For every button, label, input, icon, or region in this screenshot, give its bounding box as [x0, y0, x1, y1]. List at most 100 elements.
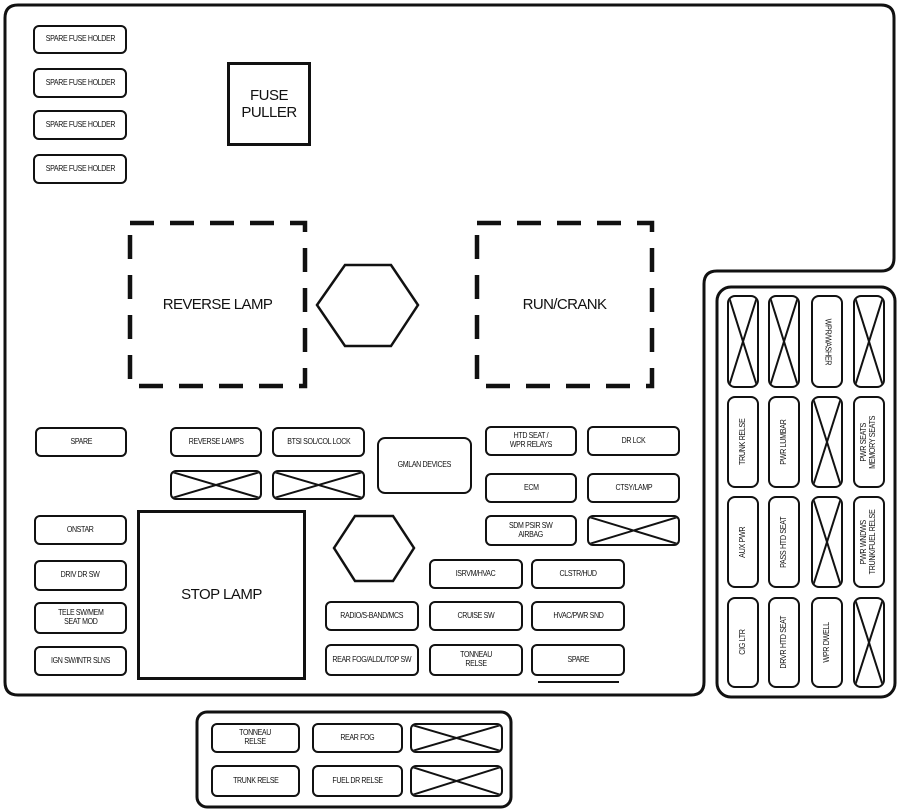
spare-fuse-holder: SPARE FUSE HOLDER	[33, 25, 127, 54]
fuse-htd-seat-wpr-relays: HTD SEAT / WPR RELAYS	[485, 426, 577, 456]
empty-fuse-slot	[272, 470, 365, 500]
crossed-box-icon	[172, 472, 260, 498]
fuse-isrvm-hvac: ISRVM/HVAC	[429, 559, 523, 589]
fuse-label: TRUNK RELSE	[232, 775, 279, 785]
fuse-ign-sw: IGN SW/INTR SLNS	[34, 646, 127, 676]
reverse-lamp-relay-label: REVERSE LAMP	[162, 296, 273, 313]
fuse-label: WPR DWELL	[821, 622, 831, 663]
fuse-label: DRIV DR SW	[61, 570, 100, 580]
crossed-box-icon	[770, 297, 798, 386]
empty-fuse-slot	[811, 496, 843, 588]
crossed-box-icon	[855, 297, 883, 386]
fuse-label: PWR LUMBAR	[778, 419, 788, 465]
fuse-label: SPARE	[70, 436, 92, 446]
crossed-box-icon	[412, 725, 501, 751]
bottom-fuse: FUEL DR RELSE	[312, 765, 403, 797]
fuse-label: ONSTAR	[67, 524, 94, 534]
empty-fuse-slot	[587, 515, 680, 546]
vertical-fuse: AUX PWR	[727, 496, 759, 588]
empty-fuse-slot	[410, 765, 503, 797]
fuse-label: GMLAN DEVICES	[397, 460, 452, 470]
empty-fuse-slot	[170, 470, 262, 500]
hexagon-mount-icon	[315, 263, 420, 348]
vertical-fuse: PWR LUMBAR	[768, 396, 800, 488]
vertical-fuse: CIG LTR	[727, 597, 759, 688]
spare-fuse-holder: SPARE FUSE HOLDER	[33, 154, 127, 184]
fuse-puller: FUSE PULLER	[227, 62, 311, 146]
run-crank-relay-label: RUN/CRANK	[522, 296, 607, 313]
fuse-label: PASS HTD SEAT	[778, 516, 788, 568]
fuse-tele-sw-mem: TELE SW/MEM SEAT MOD	[34, 602, 127, 634]
fuse-ecm: ECM	[485, 473, 577, 503]
empty-fuse-slot	[410, 723, 503, 753]
fuse-label: IGN SW/INTR SLNS	[51, 655, 110, 665]
hexagon-mount-icon	[332, 514, 416, 583]
fuse-tonneau-relse: TONNEAU RELSE	[429, 644, 523, 676]
fuse-label: PWR WNDWS TRUNK/FUEL RELSE	[859, 509, 877, 575]
fuse-label: PWR SEATS MEMORY SEATS	[859, 415, 877, 469]
bottom-fuse: TRUNK RELSE	[211, 765, 300, 797]
fuse-label: BTSI SOL/COL LOCK	[286, 436, 351, 446]
gmlan-devices-fuse: GMLAN DEVICES	[377, 437, 472, 494]
spare-underline	[538, 681, 619, 683]
fuse-dr-lck: DR LCK	[587, 426, 680, 456]
crossed-box-icon	[274, 472, 363, 498]
fuse-label: CLSTR/HUD	[559, 568, 597, 578]
crossed-box-icon	[729, 297, 757, 386]
stop-lamp-relay: STOP LAMP	[137, 510, 306, 680]
vertical-fuse: PASS HTD SEAT	[768, 496, 800, 588]
fuse-label: CRUISE SW	[457, 610, 495, 620]
fuse-label: DR LCK	[621, 435, 646, 445]
fuse-radio: RADIO/S-BAND/MCS	[325, 601, 419, 631]
fuse-ctsy-lamp: CTSY/LAMP	[587, 473, 680, 503]
fuse-label: ECM	[523, 482, 539, 492]
fuse-label: REVERSE LAMPS	[188, 436, 244, 446]
fuse-label: SPARE	[567, 654, 589, 664]
vertical-fuse: TRUNK RELSE	[727, 396, 759, 488]
fuse-sdm-airbag: SDM PSIR SW AIRBAG	[485, 515, 577, 546]
fuse-clstr-hud: CLSTR/HUD	[531, 559, 625, 589]
crossed-box-icon	[813, 398, 841, 486]
crossed-box-icon	[589, 517, 678, 544]
fuse-label: CIG LTR	[737, 629, 747, 656]
fuse-label: SPARE FUSE HOLDER	[45, 119, 115, 129]
fuse-label: FUEL DR RELSE	[332, 775, 383, 785]
fuse-label: WPR/WASHER	[823, 318, 833, 365]
fuse-label: CTSY/LAMP	[615, 482, 652, 492]
empty-fuse-slot	[727, 295, 759, 388]
fuse-spare: SPARE	[531, 644, 625, 676]
spare-fuse-holder: SPARE FUSE HOLDER	[33, 68, 127, 98]
vertical-fuse: PWR SEATS MEMORY SEATS	[853, 396, 885, 488]
fuse-reverse-lamps: REVERSE LAMPS	[170, 427, 262, 457]
vertical-fuse: PWR WNDWS TRUNK/FUEL RELSE	[853, 496, 885, 588]
empty-fuse-slot	[853, 295, 885, 388]
fuse-cruise-sw: CRUISE SW	[429, 601, 523, 631]
fuse-label: TONNEAU RELSE	[460, 650, 492, 668]
bottom-fuse: REAR FOG	[312, 723, 403, 753]
fuse-label: SPARE FUSE HOLDER	[45, 163, 115, 173]
fuse-label: TONNEAU RELSE	[239, 728, 272, 746]
bottom-fuse: TONNEAU RELSE	[211, 723, 300, 753]
vertical-fuse: WPR/WASHER	[811, 295, 843, 388]
fuse-hvac-pwr-snd: HVAC/PWR SND	[531, 601, 625, 631]
fuse-label: SPARE FUSE HOLDER	[45, 34, 115, 44]
fuse-driv-dr-sw: DRIV DR SW	[34, 560, 127, 591]
fuse-rear-fog: REAR FOG/ALDL/TOP SW	[325, 644, 419, 676]
fuse-label: REAR FOG/ALDL/TOP SW	[332, 654, 412, 664]
fuse-label: TRUNK RELSE	[737, 418, 747, 466]
fuse-label: AUX PWR	[737, 526, 747, 558]
crossed-box-icon	[412, 767, 501, 795]
vertical-fuse: WPR DWELL	[811, 597, 843, 688]
fuse-label: REAR FOG	[340, 732, 375, 742]
fuse-label: SDM PSIR SW AIRBAG	[509, 520, 553, 539]
empty-fuse-slot	[853, 597, 885, 688]
crossed-box-icon	[813, 498, 841, 586]
fuse-label: HVAC/PWR SND	[552, 610, 604, 620]
fuse-onstar: ONSTAR	[34, 515, 127, 545]
empty-fuse-slot	[811, 396, 843, 488]
crossed-box-icon	[855, 599, 883, 686]
fuse-block-outline	[3, 3, 897, 809]
fuse-spare: SPARE	[35, 427, 127, 457]
fuse-label: ISRVM/HVAC	[456, 568, 496, 578]
fuse-label: DRVR HTD SEAT	[778, 616, 788, 669]
